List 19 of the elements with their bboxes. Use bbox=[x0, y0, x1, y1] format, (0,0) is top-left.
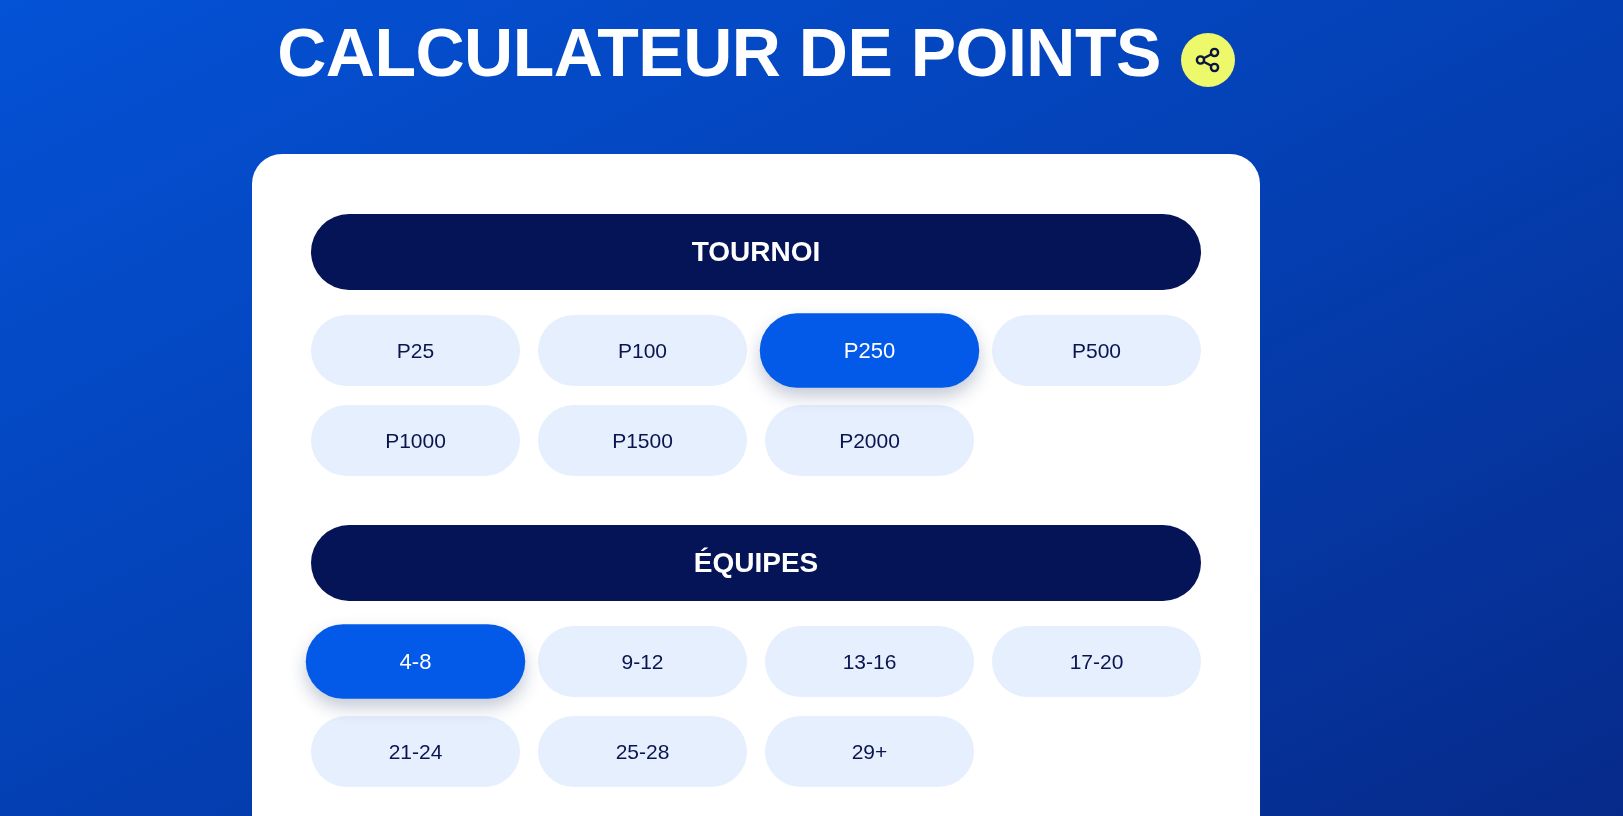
section-heading: TOURNOI bbox=[311, 214, 1201, 290]
share-button[interactable] bbox=[1180, 33, 1235, 87]
option-button[interactable]: P100 bbox=[538, 315, 747, 386]
option-button[interactable]: P25 bbox=[311, 315, 520, 386]
option-button[interactable]: 17-20 bbox=[992, 626, 1201, 697]
page-title: CALCULATEUR DE POINTS bbox=[277, 18, 1161, 86]
share-icon bbox=[1194, 47, 1221, 73]
section-heading: ÉQUIPES bbox=[311, 525, 1201, 601]
option-button[interactable]: 4-8 bbox=[305, 624, 526, 699]
option-button[interactable]: 9-12 bbox=[538, 626, 747, 697]
option-button[interactable]: P2000 bbox=[765, 405, 974, 476]
option-button[interactable]: P250 bbox=[759, 313, 980, 388]
option-button[interactable]: P500 bbox=[992, 315, 1201, 386]
option-button[interactable]: 25-28 bbox=[538, 716, 747, 787]
option-button[interactable]: 29+ bbox=[765, 716, 974, 787]
option-button[interactable]: 13-16 bbox=[765, 626, 974, 697]
option-button[interactable]: 21-24 bbox=[311, 716, 520, 787]
option-button[interactable]: P1500 bbox=[538, 405, 747, 476]
option-button[interactable]: P1000 bbox=[311, 405, 520, 476]
